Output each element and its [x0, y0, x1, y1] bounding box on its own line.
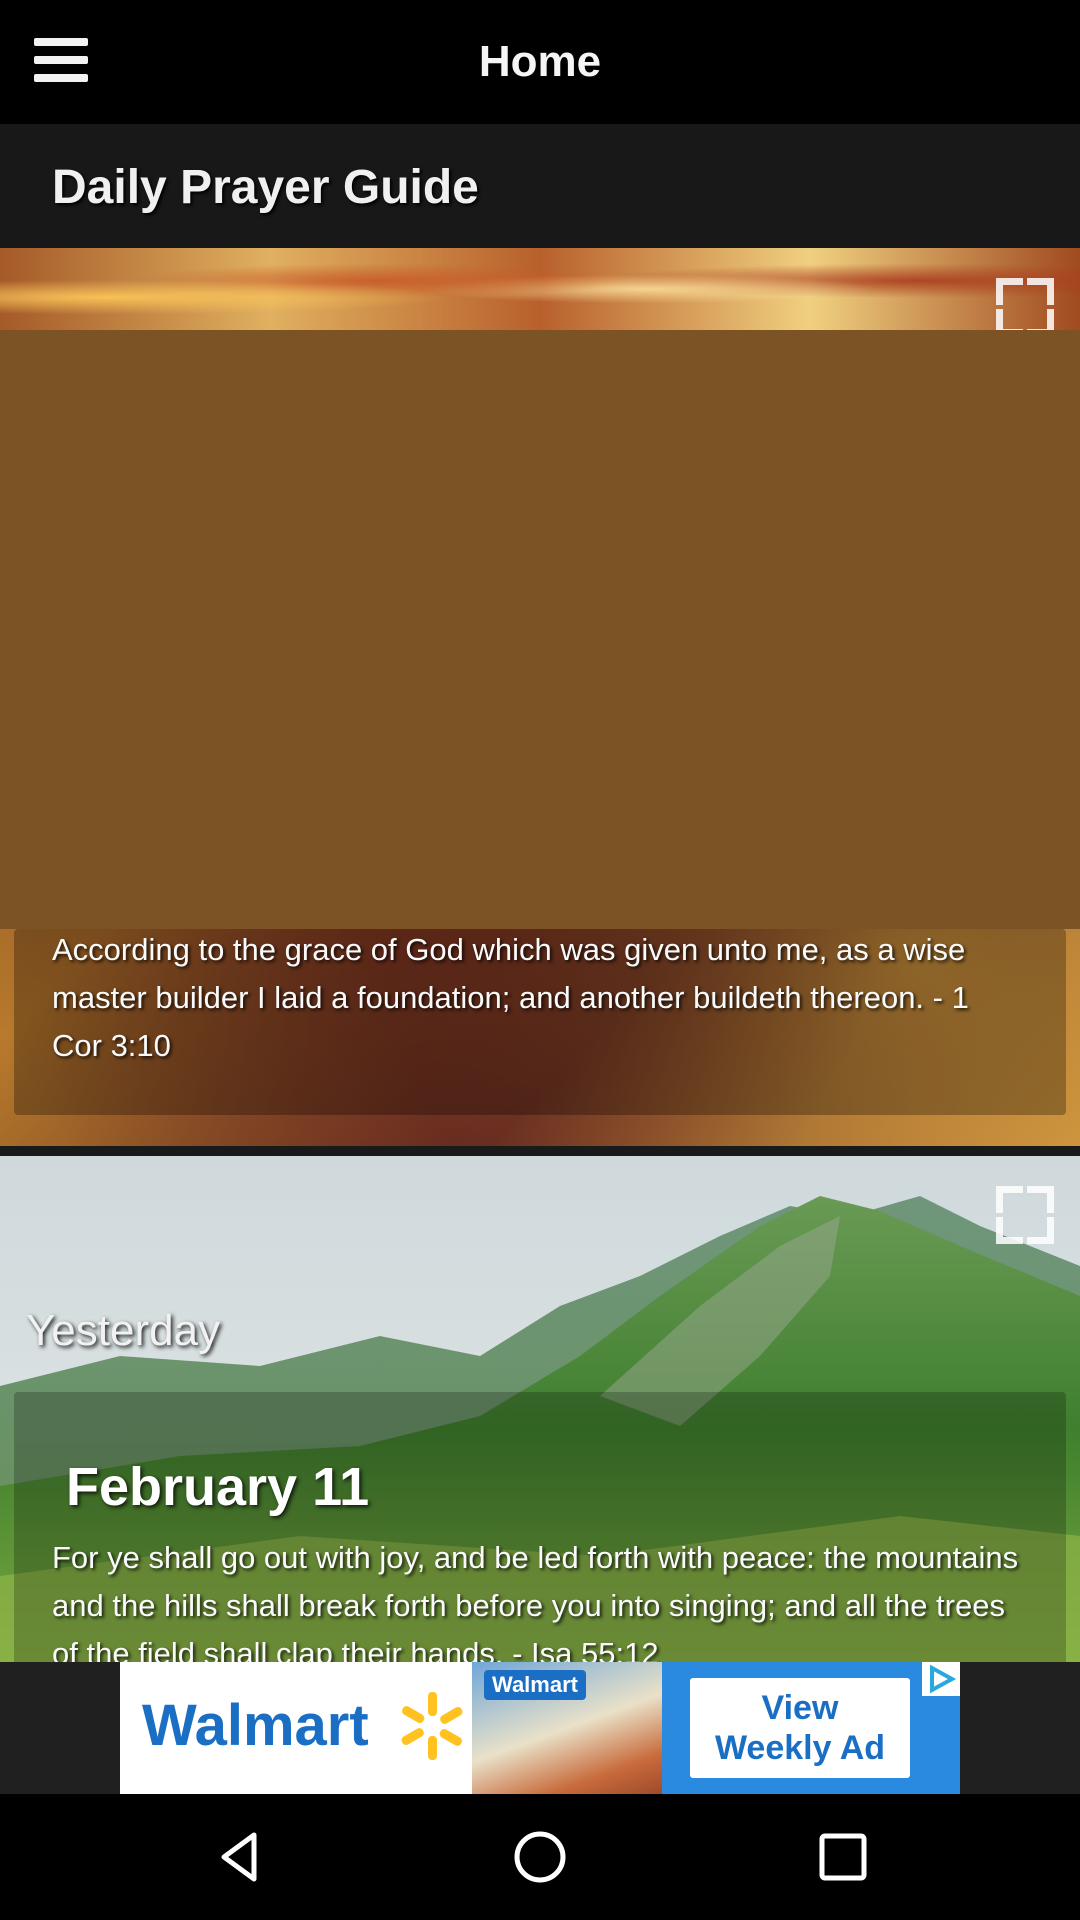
ad-photo-label: Walmart	[484, 1670, 586, 1700]
home-icon[interactable]	[510, 1827, 570, 1887]
card-divider	[0, 1146, 1080, 1156]
quote-text: According to the grace of God which was …	[52, 932, 969, 1063]
back-icon[interactable]	[210, 1827, 270, 1887]
view-weekly-ad-button[interactable]: View Weekly Ad	[690, 1678, 910, 1778]
app-bar: Home	[0, 0, 1080, 124]
ad-banner[interactable]: Walmart Walmart View Weekly Ad	[120, 1662, 960, 1794]
section-header: Daily Prayer Guide	[0, 124, 1080, 248]
recents-icon[interactable]	[813, 1827, 873, 1887]
ad-product-image: Walmart	[472, 1662, 662, 1794]
section-title: Daily Prayer Guide	[52, 161, 479, 214]
card-background-image	[0, 248, 1080, 330]
ad-brand-logo: Walmart	[142, 1693, 369, 1758]
day-label: Yesterday	[26, 1306, 221, 1355]
adchoices-icon[interactable]	[922, 1662, 960, 1696]
today-prayer-card[interactable]: According to the grace of God which was …	[0, 248, 1080, 1146]
system-nav-bar	[0, 1794, 1080, 1920]
fullscreen-icon[interactable]	[996, 278, 1054, 336]
quote-text: For ye shall go out with joy, and be led…	[52, 1540, 1019, 1662]
page-title: Home	[478, 37, 602, 86]
ad-cta-panel: View Weekly Ad	[662, 1662, 960, 1794]
date-title: February 11	[66, 1457, 370, 1517]
ad-area: Walmart Walmart View Weekly Ad	[0, 1662, 1080, 1794]
fullscreen-icon[interactable]	[996, 1186, 1054, 1244]
yesterday-prayer-card[interactable]: Yesterday February 11 For ye shall go ou…	[0, 1156, 1080, 1662]
walmart-spark-icon	[401, 1692, 463, 1760]
image-placeholder	[0, 330, 1080, 929]
